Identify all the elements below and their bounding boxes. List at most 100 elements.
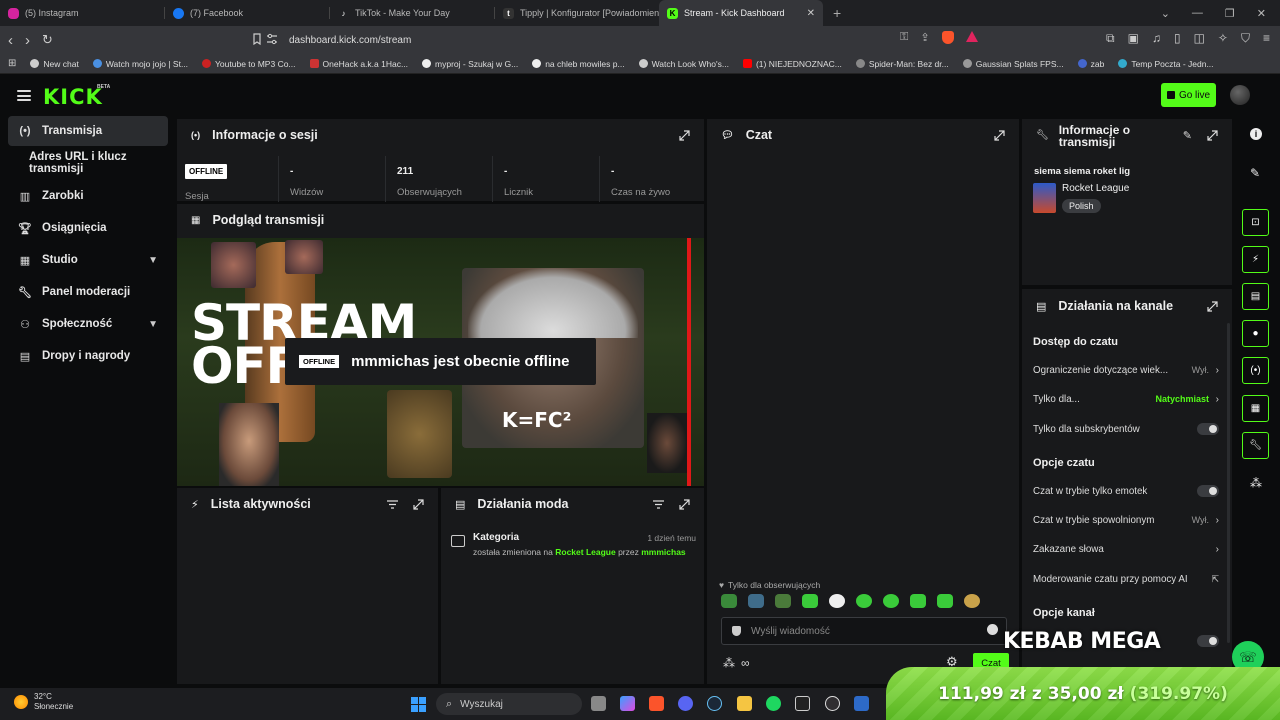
sidebar-item-spolecznosc[interactable]: ⚇ Społeczność ▼ <box>8 309 168 339</box>
bookmark-icon[interactable] <box>250 32 264 46</box>
bookmark-item[interactable]: Watch mojo jojo | St... <box>92 59 188 69</box>
extensions-icon[interactable]: ⧉ <box>1106 31 1115 46</box>
address-field[interactable]: dashboard.kick.com/stream <box>265 29 995 51</box>
copilot-icon[interactable] <box>620 696 635 711</box>
reload-icon[interactable]: ↻ <box>42 32 53 48</box>
apps-icon[interactable]: ⊞ <box>8 58 16 69</box>
screenshot-icon[interactable]: ▣ <box>1128 31 1139 46</box>
forward-icon[interactable]: › <box>25 32 30 49</box>
chat-message-input[interactable]: Wyślij wiadomość <box>721 617 1007 645</box>
bookmark-item[interactable]: na chleb mowiles p... <box>532 59 625 69</box>
browser-tab-tiktok[interactable]: ♪ TikTok - Make Your Day <box>330 0 494 26</box>
music-icon[interactable]: ♫ <box>1152 31 1161 46</box>
rail-button-tools[interactable]: 🔧︎ <box>1242 432 1269 459</box>
menu-icon[interactable]: ≡ <box>1263 31 1270 46</box>
spotify-icon[interactable] <box>766 696 781 711</box>
rail-button-screenshot[interactable]: ⊡ <box>1242 209 1269 236</box>
new-tab-button[interactable]: + <box>823 0 851 26</box>
bookmark-item[interactable]: Youtube to MP3 Co... <box>202 59 296 69</box>
browser-tab-kick[interactable]: K Stream - Kick Dashboard ✕ <box>659 0 823 26</box>
expand-icon[interactable] <box>413 499 424 510</box>
only-for-row[interactable]: Tylko dla... Natychmiast › <box>1033 389 1219 409</box>
rocket-league-icon[interactable] <box>854 696 869 711</box>
hamburger-menu-icon[interactable] <box>17 90 31 101</box>
chevron-down-icon[interactable]: ⌄ <box>1161 7 1170 20</box>
scrollbar[interactable] <box>1227 323 1230 643</box>
bookmark-item[interactable]: OneHack a.k.a 1Hac... <box>309 59 408 69</box>
bookmark-item[interactable]: Watch Look Who's... <box>638 59 729 69</box>
rail-button-broadcast[interactable]: (•) <box>1242 357 1269 384</box>
ai-moderation-row[interactable]: Moderowanie czatu przy pomocy AI ⇱ <box>1033 569 1219 589</box>
rail-button-notes[interactable]: ▤ <box>1242 283 1269 310</box>
category-link[interactable]: Rocket League <box>555 547 615 557</box>
bookmark-item[interactable]: Temp Poczta - Jedn... <box>1118 59 1214 69</box>
avatar[interactable] <box>1230 85 1250 105</box>
user-link[interactable]: mmmichas <box>641 547 685 557</box>
brave-shield-icon[interactable] <box>941 31 954 44</box>
brave-rewards-icon[interactable] <box>965 31 978 42</box>
taskbar-search[interactable]: ⌕ Wyszukaj <box>436 693 582 715</box>
bookmark-item[interactable]: Spider-Man: Bez dr... <box>855 59 949 69</box>
bookmark-item[interactable]: New chat <box>30 59 79 69</box>
discord-icon[interactable] <box>678 696 693 711</box>
site-settings-icon[interactable] <box>265 32 279 49</box>
emote-icon[interactable] <box>964 594 980 608</box>
bookmark-item[interactable]: myproj - Szukaj w G... <box>422 59 518 69</box>
brave-icon[interactable] <box>649 696 664 711</box>
emote-icon[interactable] <box>856 594 872 608</box>
weather-widget[interactable]: 32°C Słonecznie <box>14 692 73 712</box>
browser-tab-instagram[interactable]: (5) Instagram <box>0 0 164 26</box>
emote-icon[interactable] <box>829 594 845 608</box>
age-restriction-row[interactable]: Ograniczenie dotyczące wiek... Wył. › <box>1033 360 1219 380</box>
channel-option-toggle[interactable] <box>1197 635 1219 647</box>
vpn-icon[interactable]: ⛉ <box>1241 31 1250 46</box>
edit-icon[interactable]: ✎ <box>1250 166 1260 180</box>
subs-only-toggle[interactable] <box>1197 423 1219 435</box>
banned-words-row[interactable]: Zakazane słowa › <box>1033 539 1219 559</box>
filter-icon[interactable] <box>387 500 398 509</box>
emote-mode-toggle[interactable] <box>1197 485 1219 497</box>
expand-icon[interactable] <box>1207 301 1218 312</box>
steam-icon[interactable] <box>707 696 722 711</box>
minimize-icon[interactable]: — <box>1192 7 1203 19</box>
bookmark-item[interactable]: Gaussian Splats FPS... <box>962 59 1064 69</box>
windows-start-icon[interactable] <box>411 697 426 712</box>
emote-icon[interactable] <box>937 594 953 608</box>
emote-icon[interactable] <box>802 594 818 608</box>
wallet-icon[interactable]: ◫ <box>1194 31 1205 46</box>
expand-icon[interactable] <box>679 130 690 141</box>
obs-icon[interactable] <box>825 696 840 711</box>
back-icon[interactable]: ‹ <box>8 32 13 49</box>
users-icon[interactable]: ⁂ <box>1250 476 1262 490</box>
browser-tab-tipply[interactable]: t Tipply | Konfigurator [Powiadomienia] <box>495 0 659 26</box>
emote-icon[interactable] <box>721 594 737 608</box>
epic-icon[interactable] <box>795 696 810 711</box>
bookmark-item[interactable]: (1) NIEJEDNOZNAC... <box>742 59 842 69</box>
sidebar-item-osiagniecia[interactable]: 🏆︎ Osiągnięcia <box>8 213 168 243</box>
rail-button-activity[interactable]: ⚡︎ <box>1242 246 1269 273</box>
slow-mode-row[interactable]: Czat w trybie spowolnionym Wył. › <box>1033 510 1219 530</box>
expand-icon[interactable] <box>1207 130 1218 141</box>
rail-button-studio[interactable]: ▦ <box>1242 395 1269 422</box>
close-tab-icon[interactable]: ✕ <box>807 8 815 19</box>
sidebar-item-transmisja[interactable]: (•) Transmisja <box>8 116 168 146</box>
emote-icon[interactable] <box>775 594 791 608</box>
share-icon[interactable]: ⇪ <box>920 31 929 44</box>
leo-icon[interactable]: ✧ <box>1218 31 1228 46</box>
close-window-icon[interactable]: ✕ <box>1257 7 1266 20</box>
info-icon[interactable]: i <box>1250 128 1262 140</box>
sidebar-item-panel-moderacji[interactable]: 🔧︎ Panel moderacji <box>8 277 168 307</box>
key-icon[interactable]: ⚿ <box>900 31 908 44</box>
folder-icon[interactable] <box>737 696 752 711</box>
rail-button-chat[interactable]: ● <box>1242 320 1269 347</box>
infinity-icon[interactable]: ∞ <box>741 656 750 670</box>
emoji-icon[interactable] <box>987 624 998 635</box>
edit-icon[interactable]: ✎ <box>1183 129 1192 142</box>
sidebar-item-stream-key[interactable]: Adres URL i klucz transmisji <box>8 148 168 178</box>
kick-logo[interactable]: KICK <box>43 85 103 109</box>
sidebar-item-studio[interactable]: ▦ Studio ▼ <box>8 245 168 275</box>
task-view-icon[interactable] <box>591 696 606 711</box>
emote-icon[interactable] <box>910 594 926 608</box>
expand-icon[interactable] <box>679 499 690 510</box>
filter-icon[interactable] <box>653 500 664 509</box>
